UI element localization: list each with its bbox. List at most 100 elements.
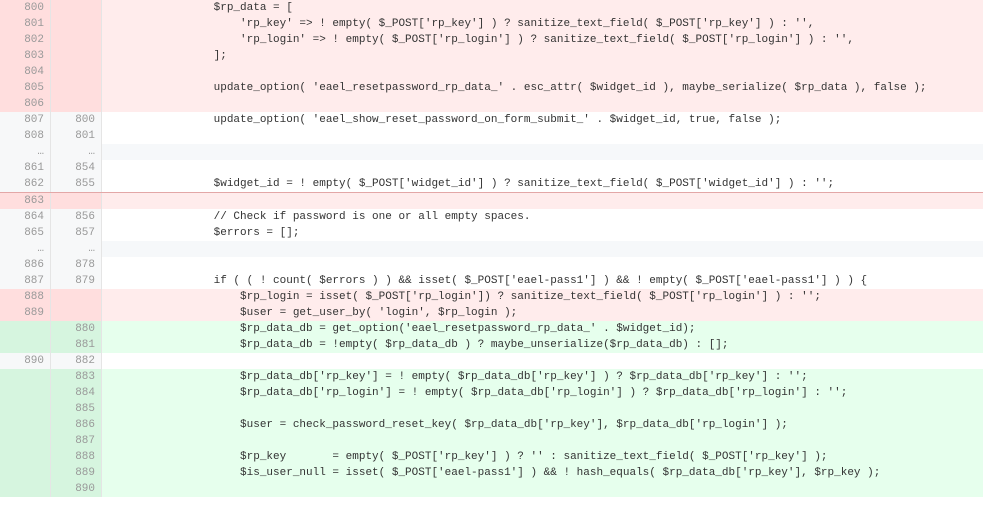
code-line[interactable] <box>102 64 983 80</box>
line-number-old <box>0 369 51 385</box>
line-number-new: 855 <box>51 176 102 192</box>
line-number-old: 806 <box>0 96 51 112</box>
diff-row: 801 'rp_key' => ! empty( $_POST['rp_key'… <box>0 16 983 32</box>
code-line[interactable]: $rp_key = empty( $_POST['rp_key'] ) ? ''… <box>102 449 983 465</box>
diff-viewer: 800 $rp_data = [801 'rp_key' => ! empty(… <box>0 0 983 497</box>
line-number-new <box>51 16 102 32</box>
diff-row: …… <box>0 241 983 257</box>
code-line[interactable]: $user = get_user_by( 'login', $rp_login … <box>102 305 983 321</box>
line-number-old <box>0 337 51 353</box>
code-line[interactable] <box>102 193 983 209</box>
code-line[interactable]: $rp_data_db = get_option('eael_resetpass… <box>102 321 983 337</box>
line-number-old: 801 <box>0 16 51 32</box>
code-line[interactable]: ]; <box>102 48 983 64</box>
line-number-old <box>0 417 51 433</box>
line-number-new: 800 <box>51 112 102 128</box>
line-number-new: 881 <box>51 337 102 353</box>
line-number-new: 857 <box>51 225 102 241</box>
diff-row: 803 ]; <box>0 48 983 64</box>
line-number-old: 802 <box>0 32 51 48</box>
diff-row: 886878 <box>0 257 983 273</box>
code-line[interactable]: update_option( 'eael_show_reset_password… <box>102 112 983 128</box>
line-number-old: 888 <box>0 289 51 305</box>
code-line[interactable] <box>102 433 983 449</box>
diff-row: 807800 update_option( 'eael_show_reset_p… <box>0 112 983 128</box>
line-number-new: 882 <box>51 353 102 369</box>
line-number-new: 889 <box>51 465 102 481</box>
line-number-old: 862 <box>0 176 51 192</box>
diff-row: 888 $rp_login = isset( $_POST['rp_login'… <box>0 289 983 305</box>
line-number-new: … <box>51 241 102 257</box>
code-line[interactable]: $is_user_null = isset( $_POST['eael-pass… <box>102 465 983 481</box>
diff-row: 808801 <box>0 128 983 144</box>
diff-row: 865857 $errors = []; <box>0 225 983 241</box>
code-line[interactable] <box>102 353 983 369</box>
code-line[interactable]: // Check if password is one or all empty… <box>102 209 983 225</box>
code-line[interactable] <box>102 481 983 497</box>
line-number-new <box>51 0 102 16</box>
code-line[interactable]: $widget_id = ! empty( $_POST['widget_id'… <box>102 176 983 192</box>
diff-row: 800 $rp_data = [ <box>0 0 983 16</box>
diff-row: 887879 if ( ( ! count( $errors ) ) && is… <box>0 273 983 289</box>
line-number-old: 861 <box>0 160 51 176</box>
diff-row: 888 $rp_key = empty( $_POST['rp_key'] ) … <box>0 449 983 465</box>
line-number-new <box>51 305 102 321</box>
line-number-new: 856 <box>51 209 102 225</box>
line-number-old <box>0 449 51 465</box>
diff-row: 886 $user = check_password_reset_key( $r… <box>0 417 983 433</box>
line-number-new: 854 <box>51 160 102 176</box>
line-number-old: 863 <box>0 193 51 209</box>
diff-row: 889 $is_user_null = isset( $_POST['eael-… <box>0 465 983 481</box>
line-number-old <box>0 321 51 337</box>
line-number-old: 889 <box>0 305 51 321</box>
line-number-old: 886 <box>0 257 51 273</box>
code-line[interactable] <box>102 144 983 160</box>
line-number-new <box>51 289 102 305</box>
line-number-new: 886 <box>51 417 102 433</box>
line-number-old: 864 <box>0 209 51 225</box>
code-line[interactable] <box>102 96 983 112</box>
line-number-old: 890 <box>0 353 51 369</box>
code-line[interactable]: if ( ( ! count( $errors ) ) && isset( $_… <box>102 273 983 289</box>
line-number-new: 879 <box>51 273 102 289</box>
code-line[interactable]: $user = check_password_reset_key( $rp_da… <box>102 417 983 433</box>
code-line[interactable]: $rp_data_db['rp_key'] = ! empty( $rp_dat… <box>102 369 983 385</box>
diff-row: 864856 // Check if password is one or al… <box>0 209 983 225</box>
line-number-old: 805 <box>0 80 51 96</box>
line-number-old: 803 <box>0 48 51 64</box>
code-line[interactable] <box>102 128 983 144</box>
code-line[interactable] <box>102 257 983 273</box>
line-number-new <box>51 193 102 209</box>
code-line[interactable]: $rp_login = isset( $_POST['rp_login']) ?… <box>102 289 983 305</box>
line-number-new: 885 <box>51 401 102 417</box>
diff-row: 806 <box>0 96 983 112</box>
diff-row: 890882 <box>0 353 983 369</box>
diff-row: 880 $rp_data_db = get_option('eael_reset… <box>0 321 983 337</box>
line-number-new: 890 <box>51 481 102 497</box>
line-number-new: 883 <box>51 369 102 385</box>
diff-row: 802 'rp_login' => ! empty( $_POST['rp_lo… <box>0 32 983 48</box>
code-line[interactable]: update_option( 'eael_resetpassword_rp_da… <box>102 80 983 96</box>
line-number-old: 865 <box>0 225 51 241</box>
code-line[interactable] <box>102 401 983 417</box>
code-line[interactable] <box>102 160 983 176</box>
code-line[interactable]: $rp_data_db = !empty( $rp_data_db ) ? ma… <box>102 337 983 353</box>
line-number-old <box>0 385 51 401</box>
code-line[interactable]: $rp_data = [ <box>102 0 983 16</box>
code-line[interactable]: 'rp_key' => ! empty( $_POST['rp_key'] ) … <box>102 16 983 32</box>
line-number-new <box>51 32 102 48</box>
code-line[interactable]: $errors = []; <box>102 225 983 241</box>
diff-row: 887 <box>0 433 983 449</box>
line-number-old: 887 <box>0 273 51 289</box>
diff-row: 805 update_option( 'eael_resetpassword_r… <box>0 80 983 96</box>
line-number-old: 808 <box>0 128 51 144</box>
diff-row: 861854 <box>0 160 983 176</box>
diff-row: 890 <box>0 481 983 497</box>
line-number-old: 800 <box>0 0 51 16</box>
line-number-new <box>51 80 102 96</box>
code-line[interactable]: $rp_data_db['rp_login'] = ! empty( $rp_d… <box>102 385 983 401</box>
line-number-new <box>51 96 102 112</box>
code-line[interactable] <box>102 241 983 257</box>
code-line[interactable]: 'rp_login' => ! empty( $_POST['rp_login'… <box>102 32 983 48</box>
line-number-new: 884 <box>51 385 102 401</box>
